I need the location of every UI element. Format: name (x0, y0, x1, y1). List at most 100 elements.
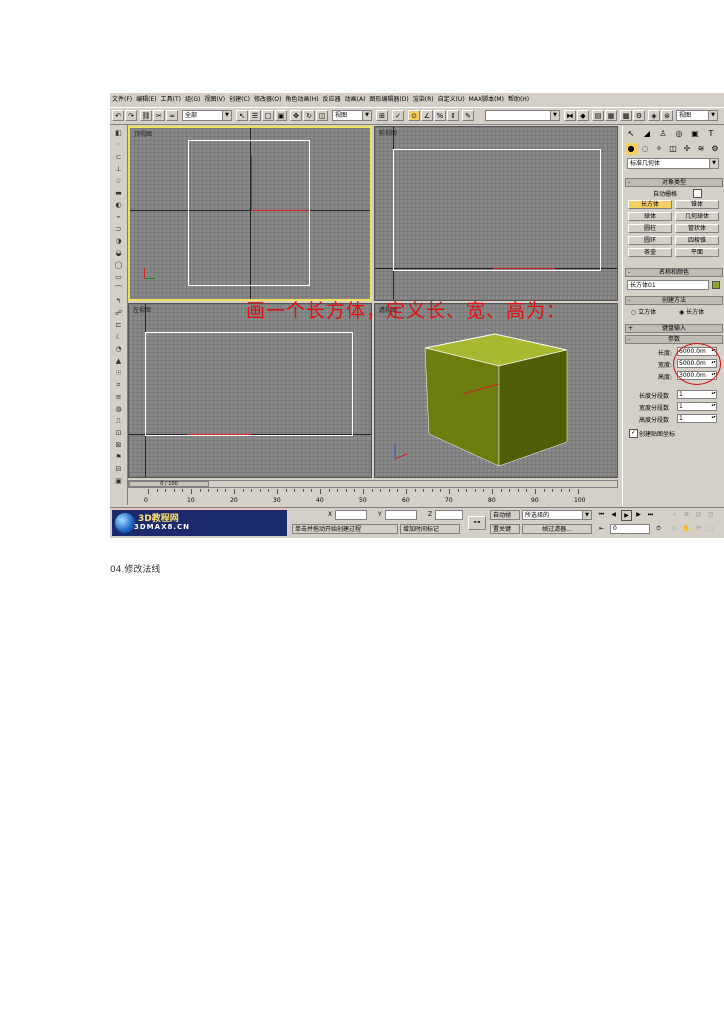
tool-icon[interactable]: ◯ (113, 261, 124, 270)
object-type-button[interactable]: 管状体 (675, 224, 719, 233)
x-coord-field[interactable] (335, 510, 367, 520)
menu-item[interactable]: 角色动画(H) (283, 93, 320, 106)
align-icon[interactable]: ◆ (577, 110, 589, 121)
redo-icon[interactable]: ↷ (125, 110, 137, 121)
zoom-extents-all-icon[interactable]: ◳ (706, 510, 715, 519)
menu-item[interactable]: 帮助(H) (506, 93, 531, 106)
percent-snap-icon[interactable]: % (434, 110, 446, 121)
keyboard-entry-rollout[interactable]: + 键盘输入 (625, 324, 723, 333)
tool-icon[interactable]: ▣ (113, 477, 124, 486)
unlink-icon[interactable]: ✂ (153, 110, 165, 121)
systems-icon[interactable]: ⚙ (709, 143, 721, 155)
tool-icon[interactable]: ▲ (113, 357, 124, 366)
material-editor-icon[interactable]: ▩ (620, 110, 632, 121)
menu-item[interactable]: 反应器 (321, 93, 343, 106)
menu-item[interactable]: MAX脚本(M) (467, 93, 506, 106)
left-viewport[interactable]: 左视图 (128, 303, 372, 478)
menu-item[interactable]: 动画(A) (343, 93, 368, 106)
tool-icon[interactable]: ⚑ (113, 453, 124, 462)
object-type-button[interactable]: 锥体 (675, 200, 719, 209)
snap-icon[interactable]: ⊙ (408, 110, 420, 121)
select-icon[interactable]: ↖ (236, 110, 248, 121)
key-mode-toggle-icon[interactable]: ⇤ (597, 524, 606, 533)
tool-icon[interactable]: ◐ (113, 201, 124, 210)
window-crossing-icon[interactable]: ▣ (275, 110, 287, 121)
menu-item[interactable]: 文件(F) (110, 93, 134, 106)
object-type-rollout[interactable]: - 对象类型 (625, 178, 723, 187)
menu-item[interactable]: 工具(T) (159, 93, 183, 106)
tool-icon[interactable]: ◒ (113, 249, 124, 258)
move-icon[interactable]: ✥ (290, 110, 302, 121)
undo-icon[interactable]: ↶ (112, 110, 124, 121)
lights-icon[interactable]: ✧ (653, 143, 665, 155)
autogrid-checkbox[interactable] (693, 189, 702, 198)
quick-render-icon[interactable]: ⊛ (661, 110, 673, 121)
display-tab-icon[interactable]: ▣ (689, 128, 701, 140)
tool-icon[interactable]: ◍ (113, 405, 124, 414)
object-type-button[interactable]: 平面 (675, 248, 719, 257)
prev-frame-icon[interactable]: ◀ (609, 510, 618, 519)
render-type-combo[interactable]: 视图 ▼ (676, 110, 718, 121)
menu-item[interactable]: 自定义(U) (436, 93, 467, 106)
tool-icon[interactable]: ⊠ (113, 441, 124, 450)
tool-icon[interactable]: ◧ (113, 129, 124, 138)
set-key-button[interactable]: 置关键 (490, 524, 520, 534)
reference-coord-combo[interactable]: 视图 ▼ (332, 110, 372, 121)
menu-item[interactable]: 修改器(O) (252, 93, 283, 106)
tool-icon[interactable]: ☆ (113, 177, 124, 186)
cube-radio[interactable]: ○ 立方体 (631, 307, 656, 316)
object-type-button[interactable]: 圆柱 (628, 224, 672, 233)
manipulate-icon[interactable]: ✓ (392, 110, 404, 121)
object-type-button[interactable]: 四棱锥 (675, 236, 719, 245)
tool-icon[interactable]: ◔ (113, 345, 124, 354)
goto-end-icon[interactable]: ⏭ (646, 510, 655, 519)
box-radio[interactable]: ◉ 长方体 (679, 307, 704, 316)
tool-icon[interactable]: ⊡ (113, 429, 124, 438)
orbit-icon[interactable]: ⟳ (694, 524, 703, 533)
goto-start-icon[interactable]: ⏮ (597, 510, 606, 519)
viewport-label[interactable]: 左视图 (133, 305, 151, 314)
geometry-icon[interactable]: ● (625, 143, 637, 155)
top-viewport[interactable]: 顶视图 (128, 126, 372, 301)
menu-item[interactable]: 编辑(E) (134, 93, 158, 106)
zoom-icon[interactable]: ⌕ (670, 510, 679, 519)
menu-item[interactable]: 图形编辑器(D) (367, 93, 410, 106)
object-type-button[interactable]: 几何球体 (675, 212, 719, 221)
tool-icon[interactable]: ⌒ (113, 285, 124, 294)
pivot-icon[interactable]: ⊞ (376, 110, 388, 121)
menu-item[interactable]: 组(G) (183, 93, 202, 106)
helpers-icon[interactable]: ✢ (681, 143, 693, 155)
tool-icon[interactable]: ⎍ (113, 417, 124, 426)
maximize-viewport-icon[interactable]: ⬚ (706, 524, 715, 533)
length-segs-spinner[interactable]: 1 ▴▾ (677, 390, 717, 399)
key-filters-button[interactable]: 帧过滤器... (522, 524, 592, 534)
next-frame-icon[interactable]: ▶ (634, 510, 643, 519)
modify-tab-icon[interactable]: ◢ (641, 128, 653, 140)
tool-icon[interactable]: ▬ (113, 189, 124, 198)
time-slider[interactable]: 0 / 100 (128, 480, 618, 488)
shapes-icon[interactable]: ◌ (639, 143, 651, 155)
tool-icon[interactable]: ⊏ (113, 321, 124, 330)
tool-icon[interactable]: ◦ (113, 141, 124, 150)
edit-named-sel-icon[interactable]: ✎ (462, 110, 474, 121)
creation-method-rollout[interactable]: - 创建方法 (625, 296, 723, 305)
rotate-icon[interactable]: ↻ (303, 110, 315, 121)
zoom-extents-icon[interactable]: ◲ (694, 510, 703, 519)
tool-icon[interactable]: ◑ (113, 237, 124, 246)
menu-item[interactable]: 视图(V) (202, 93, 227, 106)
motion-tab-icon[interactable]: ◎ (673, 128, 685, 140)
menu-item[interactable]: 创建(C) (227, 93, 252, 106)
tool-icon[interactable]: ⊥ (113, 165, 124, 174)
z-coord-field[interactable] (435, 510, 463, 520)
add-time-tag-button[interactable]: 增加时间标记 (400, 524, 460, 534)
y-coord-field[interactable] (385, 510, 417, 520)
key-mode-icon[interactable]: ⊶ (468, 516, 486, 530)
parameters-rollout[interactable]: - 参数 (625, 335, 723, 344)
perspective-viewport[interactable]: 透视图 (374, 303, 618, 478)
tool-icon[interactable]: ⌗ (113, 381, 124, 390)
tool-icon[interactable]: ▭ (113, 273, 124, 282)
spinner-snap-icon[interactable]: ⇕ (447, 110, 459, 121)
pan-icon[interactable]: ✋ (682, 524, 691, 533)
tool-icon[interactable]: ⊂ (113, 153, 124, 162)
object-type-button[interactable]: 球体 (628, 212, 672, 221)
